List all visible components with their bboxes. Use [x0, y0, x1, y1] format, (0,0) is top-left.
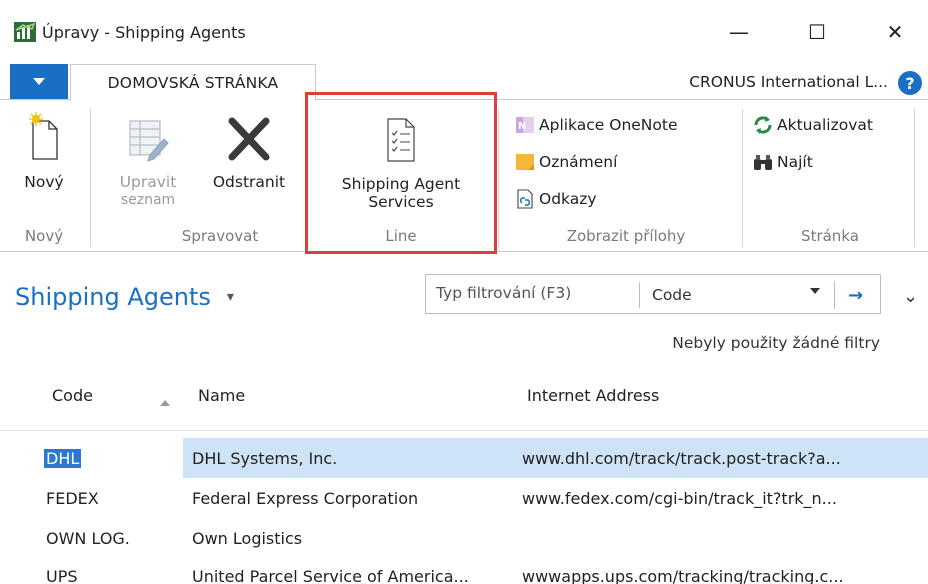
edit-list-label-2: seznam: [120, 192, 176, 208]
edit-list-label: Upravit: [119, 173, 177, 191]
group-label-new: Nový: [24, 227, 64, 245]
table-row[interactable]: DHL DHL Systems, Inc. www.dhl.com/track/…: [0, 438, 928, 478]
links-label: Odkazy: [539, 190, 597, 208]
arrow-right-icon[interactable]: →: [834, 281, 876, 309]
row-name[interactable]: Federal Express Corporation: [192, 489, 418, 508]
onenote-button[interactable]: N Aplikace OneNote: [514, 113, 678, 137]
group-label-attachments: Zobrazit přílohy: [566, 227, 686, 245]
svg-text:N: N: [518, 121, 526, 132]
ribbon-separator: [742, 109, 743, 247]
group-label-manage: Spravovat: [181, 227, 259, 245]
column-header-name[interactable]: Name: [198, 386, 245, 405]
notes-button[interactable]: Oznámení: [514, 150, 617, 174]
filter-divider: [639, 282, 640, 308]
column-header-internet-address[interactable]: Internet Address: [527, 386, 659, 405]
refresh-icon: [754, 116, 772, 134]
filter-field-select[interactable]: Code: [652, 286, 692, 304]
row-internet-address[interactable]: wwwapps.ups.com/tracking/tracking.c...: [522, 567, 844, 584]
row-internet-address[interactable]: www.fedex.com/cgi-bin/track_it?trk_n...: [522, 489, 837, 508]
onenote-icon: N: [516, 117, 534, 133]
row-name[interactable]: DHL Systems, Inc.: [192, 449, 337, 468]
new-button-label: Nový: [24, 173, 64, 191]
refresh-label: Aktualizovat: [777, 116, 873, 134]
table-row[interactable]: UPS United Parcel Service of America... …: [0, 556, 928, 584]
find-label: Najít: [777, 153, 813, 171]
maximize-button[interactable]: ☐: [794, 14, 840, 50]
page-title-text: Shipping Agents: [15, 283, 211, 311]
row-code[interactable]: OWN LOG.: [46, 529, 130, 548]
row-name[interactable]: United Parcel Service of America...: [192, 567, 469, 584]
ribbon-separator: [498, 109, 499, 247]
app-icon: [14, 22, 36, 42]
minimize-button[interactable]: —: [716, 14, 762, 50]
refresh-button[interactable]: Aktualizovat: [752, 113, 873, 137]
row-name[interactable]: Own Logistics: [192, 529, 302, 548]
header-divider: [0, 430, 928, 431]
onenote-label: Aplikace OneNote: [539, 116, 678, 134]
filter-box: Typ filtrování (F3) Code →: [425, 274, 881, 314]
row-code[interactable]: FEDEX: [46, 489, 99, 508]
filter-input[interactable]: Typ filtrování (F3): [436, 284, 571, 302]
help-icon[interactable]: ?: [898, 71, 922, 95]
file-menu-button[interactable]: [10, 64, 68, 99]
chevron-down-icon: [33, 78, 45, 85]
table-row[interactable]: FEDEX Federal Express Corporation www.fe…: [0, 478, 928, 518]
chevron-down-icon[interactable]: ▾: [227, 289, 234, 305]
row-code[interactable]: DHL: [44, 449, 82, 468]
dropdown-arrow-icon[interactable]: [810, 288, 820, 294]
ribbon-separator: [90, 109, 91, 247]
company-name[interactable]: CRONUS International L...: [689, 73, 888, 91]
expand-chevron-icon[interactable]: ⌄: [903, 286, 918, 307]
close-button[interactable]: ✕: [872, 14, 918, 50]
find-button[interactable]: Najít: [752, 150, 813, 174]
no-filters-text: Nebyly použity žádné filtry: [672, 334, 880, 352]
delete-button-label: Odstranit: [212, 173, 286, 191]
ribbon-separator: [914, 109, 915, 247]
sort-ascending-icon: [160, 400, 170, 406]
new-button[interactable]: Nový: [18, 111, 70, 191]
delete-icon: [228, 117, 270, 161]
note-icon: [516, 154, 534, 170]
delete-button[interactable]: Odstranit: [204, 115, 294, 191]
links-button[interactable]: Odkazy: [514, 187, 597, 211]
edit-list-icon: [129, 120, 169, 162]
title-bar: Úpravy - Shipping Agents — ☐ ✕: [0, 0, 928, 62]
row-internet-address[interactable]: www.dhl.com/track/track.post-track?a...: [522, 449, 841, 468]
tab-home[interactable]: DOMOVSKÁ STRÁNKA: [70, 64, 316, 101]
window-title: Úpravy - Shipping Agents: [42, 23, 246, 42]
column-header-code[interactable]: Code: [52, 386, 93, 405]
row-code[interactable]: UPS: [46, 567, 78, 584]
new-document-icon: [29, 112, 58, 160]
edit-list-button[interactable]: Upravit seznam: [118, 115, 178, 209]
group-label-page: Stránka: [801, 227, 859, 245]
highlight-box: [305, 92, 497, 254]
binoculars-icon: [754, 155, 772, 170]
notes-label: Oznámení: [539, 153, 618, 171]
page-title[interactable]: Shipping Agents ▾: [15, 283, 234, 311]
link-document-icon: [517, 189, 533, 209]
table-row[interactable]: OWN LOG. Own Logistics: [0, 518, 928, 558]
